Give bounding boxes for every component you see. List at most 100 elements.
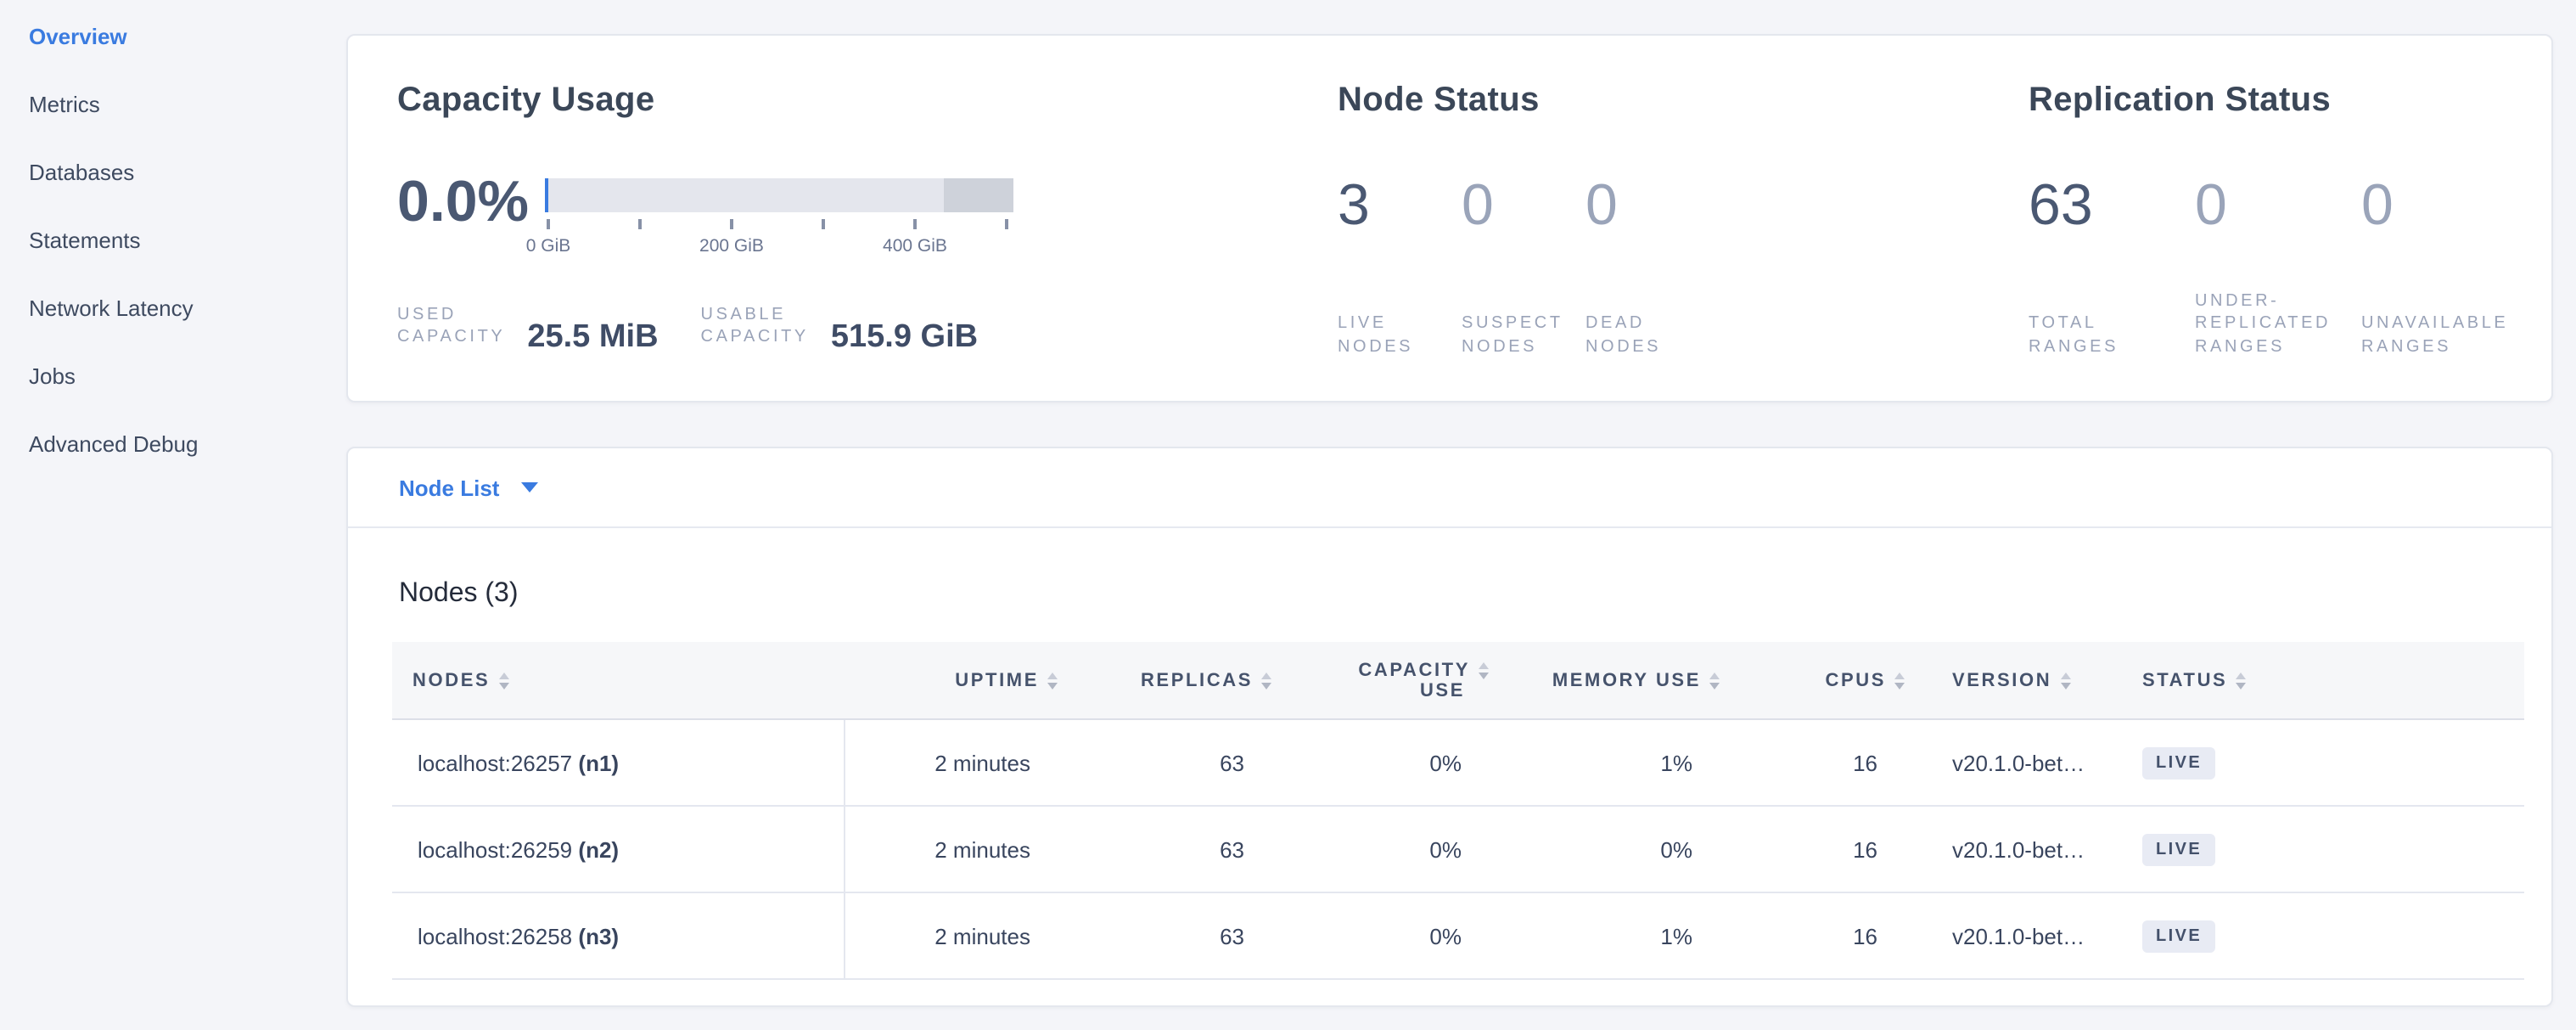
version-cell: v20.1.0-bet…: [1905, 806, 2127, 892]
label-line: UNDER-: [2195, 290, 2361, 312]
uptime-cell: 2 minutes: [844, 892, 1058, 979]
column-header-capacity-use[interactable]: CAPACITY USE: [1271, 642, 1489, 719]
label-line: RANGES: [2195, 335, 2361, 358]
sort-icon: [498, 672, 508, 689]
node-list-dropdown[interactable]: Node List: [399, 475, 538, 500]
replication-status-section: Replication Status 63 0 0 TOTAL RANGES U…: [2029, 36, 2538, 401]
axis-tick: [638, 219, 642, 229]
status-cell: LIVE: [2127, 806, 2524, 892]
column-label: CAPACITY: [1358, 660, 1470, 680]
suspect-nodes-label: SUSPECT NODES: [1462, 312, 1585, 358]
chevron-down-icon: [521, 482, 538, 492]
label-line: REPLICATED: [2195, 312, 2361, 335]
total-ranges-label: TOTAL RANGES: [2029, 312, 2195, 358]
sidebar-item-network-latency[interactable]: Network Latency: [0, 273, 340, 341]
cluster-summary-card: Capacity Usage 0.0% 0 GiB 200 GiB 400 Gi…: [346, 34, 2553, 402]
sort-icon: [2236, 672, 2246, 689]
column-label: REPLICAS: [1141, 670, 1253, 690]
cpus-cell: 16: [1720, 719, 1905, 806]
column-header-memory-use[interactable]: MEMORY USE: [1489, 642, 1720, 719]
label-line: NODES: [1462, 335, 1585, 358]
nodes-table: NODES UPTIME REPLICAS CAPACITY: [392, 642, 2524, 980]
sidebar-item-databases[interactable]: Databases: [0, 138, 340, 205]
column-header-replicas[interactable]: REPLICAS: [1058, 642, 1271, 719]
column-label: CPUS: [1825, 670, 1886, 690]
sidebar-item-metrics[interactable]: Metrics: [0, 70, 340, 138]
node-address-cell[interactable]: localhost:26259 (n2): [392, 806, 844, 892]
capacity-bar-chart: 0 GiB 200 GiB 400 GiB: [545, 178, 1013, 212]
total-ranges-count: 63: [2029, 177, 2195, 234]
column-label: STATUS: [2142, 670, 2227, 690]
capacity-use-cell: 0%: [1271, 719, 1489, 806]
column-header-version[interactable]: VERSION: [1905, 642, 2127, 719]
axis-tick: [730, 219, 733, 229]
node-address-cell[interactable]: localhost:26258 (n3): [392, 892, 844, 979]
node-list-dropdown-label: Node List: [399, 475, 499, 500]
suspect-nodes-count: 0: [1462, 177, 1585, 234]
capacity-bar-other: [943, 178, 1013, 212]
status-badge: LIVE: [2142, 746, 2215, 779]
dead-nodes-label: DEAD NODES: [1585, 312, 1661, 358]
axis-tick: [913, 219, 917, 229]
used-capacity-bar: [545, 178, 548, 212]
label-line: SUSPECT: [1462, 312, 1585, 335]
sort-icon: [2060, 672, 2070, 689]
axis-tick: [547, 219, 550, 229]
status-cell: LIVE: [2127, 892, 2524, 979]
memory-use-cell: 1%: [1489, 892, 1720, 979]
nodes-panel: Nodes (3) NODES UPTIME: [348, 579, 2551, 980]
label-line: DEAD: [1585, 312, 1661, 335]
column-header-cpus[interactable]: CPUS: [1720, 642, 1905, 719]
sidebar-item-overview[interactable]: Overview: [0, 2, 340, 70]
capacity-use-cell: 0%: [1271, 892, 1489, 979]
label-line: TOTAL: [2029, 312, 2195, 335]
memory-use-cell: 0%: [1489, 806, 1720, 892]
node-id: (n3): [578, 923, 619, 948]
sort-icon: [1709, 672, 1720, 689]
usable-capacity-label: USABLE CAPACITY: [701, 304, 809, 348]
nodes-heading: Nodes (3): [399, 579, 2551, 610]
sidebar-item-advanced-debug[interactable]: Advanced Debug: [0, 409, 340, 477]
sort-icon: [1894, 672, 1905, 689]
under-replicated-ranges-label: UNDER- REPLICATED RANGES: [2195, 290, 2361, 358]
sidebar: Overview Metrics Databases Statements Ne…: [0, 2, 340, 477]
uptime-cell: 2 minutes: [844, 806, 1058, 892]
live-nodes-label: LIVE NODES: [1338, 312, 1462, 358]
replication-status-values: 63 0 0: [2029, 177, 2394, 234]
under-replicated-ranges-count: 0: [2195, 177, 2361, 234]
node-id: (n2): [578, 836, 619, 862]
label-line: UNAVAILABLE: [2361, 312, 2508, 335]
used-capacity-value: 25.5 MiB: [527, 319, 658, 357]
nodes-table-wrap: NODES UPTIME REPLICAS CAPACITY: [392, 642, 2524, 980]
live-nodes-count: 3: [1338, 177, 1462, 234]
node-address-cell[interactable]: localhost:26257 (n1): [392, 719, 844, 806]
table-row: localhost:26257 (n1) 2 minutes 63 0% 1% …: [392, 719, 2524, 806]
column-label: NODES: [412, 670, 490, 690]
usable-capacity-value: 515.9 GiB: [831, 319, 978, 357]
status-badge: LIVE: [2142, 833, 2215, 865]
axis-tick: [1005, 219, 1008, 229]
column-header-nodes[interactable]: NODES: [392, 642, 844, 719]
sidebar-item-jobs[interactable]: Jobs: [0, 341, 340, 409]
label-line: LIVE: [1338, 312, 1462, 335]
node-status-values: 3 0 0: [1338, 177, 1618, 234]
column-header-status[interactable]: STATUS: [2127, 642, 2524, 719]
label-line: RANGES: [2361, 335, 2508, 358]
sort-icon: [1047, 672, 1058, 689]
capacity-stats: USED CAPACITY 25.5 MiB USABLE CAPACITY 5…: [397, 290, 978, 348]
capacity-usage-section: Capacity Usage 0.0% 0 GiB 200 GiB 400 Gi…: [397, 36, 1348, 401]
column-label: MEMORY USE: [1552, 670, 1701, 690]
node-status-section: Node Status 3 0 0 LIVE NODES SUSPECT NOD…: [1338, 36, 1983, 401]
node-status-labels: LIVE NODES SUSPECT NODES DEAD NODES: [1338, 287, 1661, 358]
node-address: localhost:26257: [418, 750, 572, 775]
label-line: CAPACITY: [701, 326, 809, 348]
axis-label-0: 0 GiB: [526, 236, 571, 256]
replication-status-title: Replication Status: [2029, 82, 2331, 121]
version-cell: v20.1.0-bet…: [1905, 892, 2127, 979]
table-row: localhost:26259 (n2) 2 minutes 63 0% 0% …: [392, 806, 2524, 892]
column-header-uptime[interactable]: UPTIME: [844, 642, 1058, 719]
used-capacity-label: USED CAPACITY: [397, 304, 505, 348]
node-list-card: Node List Nodes (3) NODES: [346, 447, 2553, 1007]
capacity-use-cell: 0%: [1271, 806, 1489, 892]
sidebar-item-statements[interactable]: Statements: [0, 205, 340, 273]
